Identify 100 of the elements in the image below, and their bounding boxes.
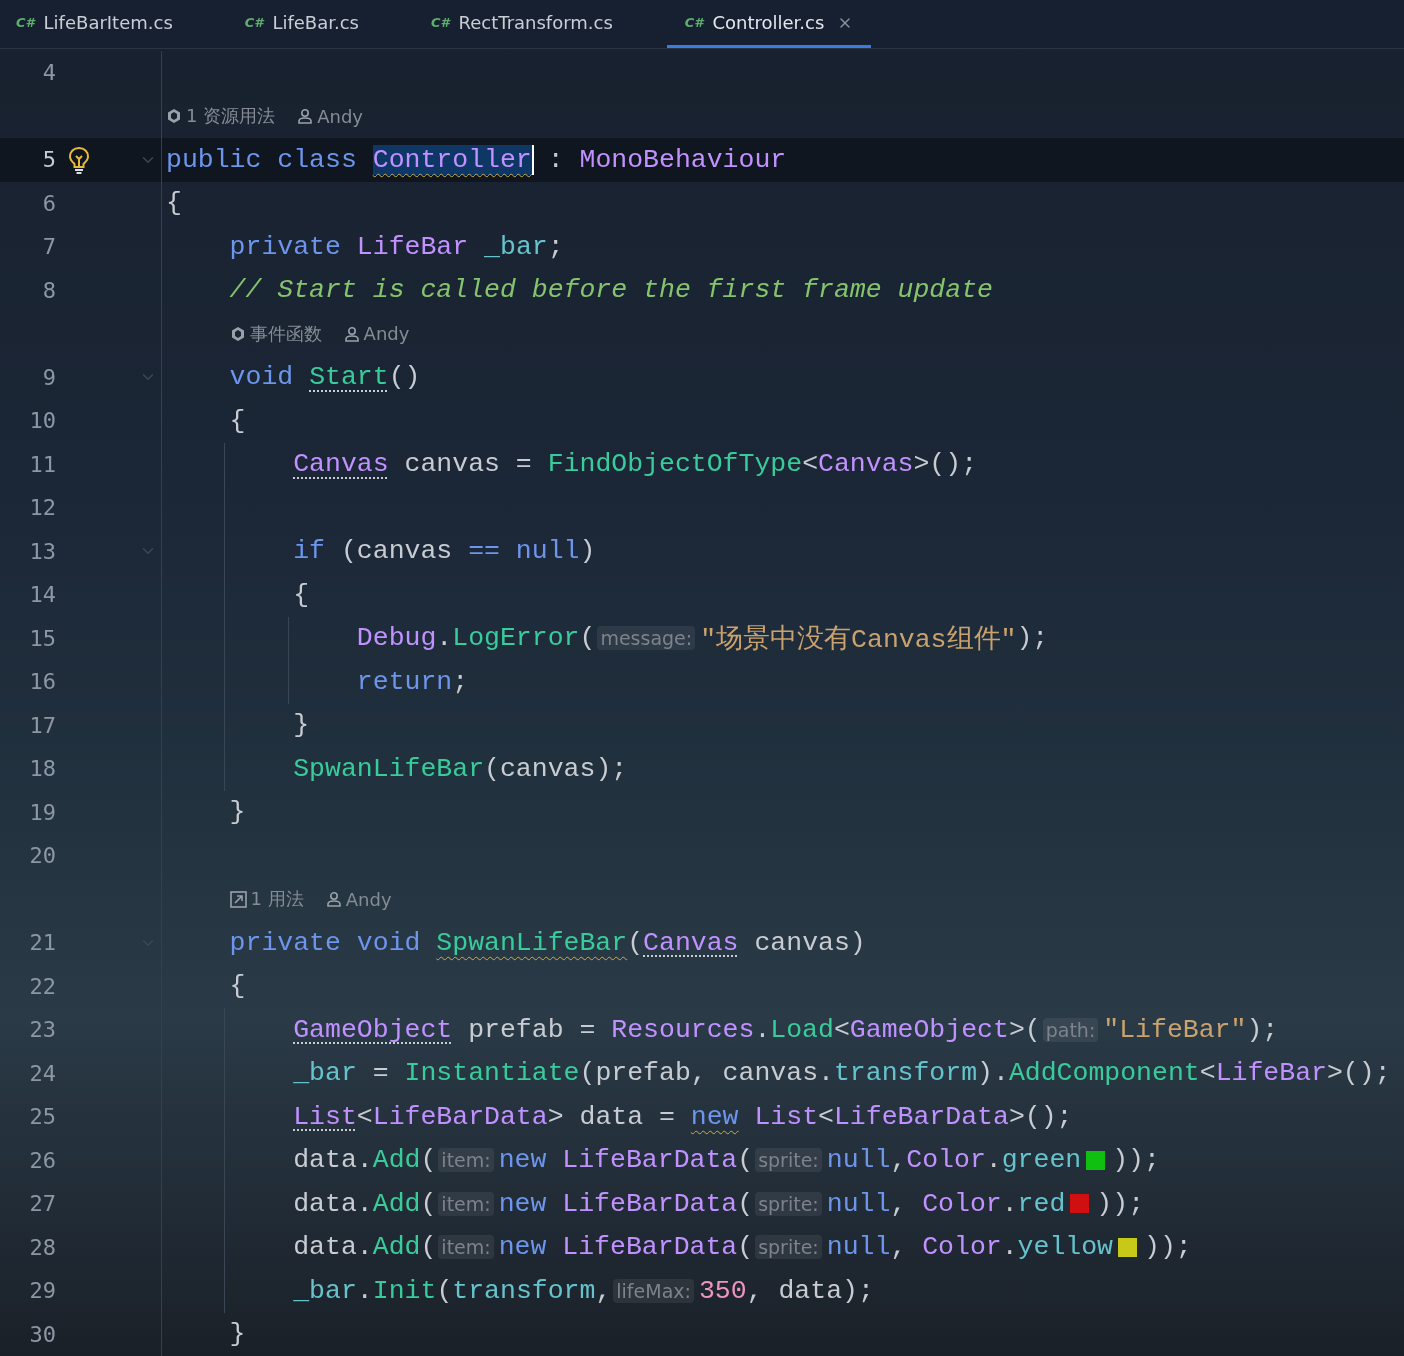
line-number: 17 (29, 712, 56, 738)
line-number: 27 (29, 1191, 56, 1217)
line-number: 13 (29, 538, 56, 564)
type-name: GameObject (849, 1014, 1009, 1045)
code-lens-text[interactable]: Andy (345, 888, 392, 910)
code-text: . (356, 1275, 373, 1306)
type-name: LifeBarData (561, 1188, 738, 1219)
arrow-box-icon (229, 890, 247, 908)
code-lens-text[interactable]: 1 资源用法 (186, 104, 276, 129)
code-lens-text[interactable]: Andy (317, 105, 363, 127)
code-text: < (833, 1014, 850, 1045)
type-name: Canvas (818, 449, 914, 480)
code-text: ( (420, 1145, 437, 1176)
file-type-label: C# (684, 15, 704, 30)
code-text: ( (737, 1188, 754, 1219)
keyword: private void (229, 927, 422, 958)
parameter-hint: sprite: (755, 1235, 822, 1260)
code-lens-text[interactable]: Andy (363, 323, 410, 345)
code-text: , (595, 1275, 612, 1306)
line-number: 22 (29, 973, 56, 999)
type-name: Color (922, 1232, 1002, 1263)
code-text: . (985, 1145, 1002, 1176)
user-icon (325, 891, 342, 908)
code-text: = (371, 1058, 390, 1089)
code-text: ; (547, 231, 564, 262)
keyword: null (826, 1232, 891, 1263)
type-name: Canvas (293, 449, 389, 480)
code-text: () (388, 362, 421, 393)
editor-tab[interactable]: C# RectTransform.cs (412, 0, 631, 48)
code-text: ( (737, 1145, 754, 1176)
code-text: { (166, 188, 182, 219)
method-name: Load (770, 1014, 834, 1045)
line-number: 7 (42, 234, 56, 260)
color-swatch[interactable] (1070, 1194, 1090, 1214)
line-number: 14 (29, 582, 56, 608)
line-number: 8 (42, 277, 56, 303)
code-comment: // Start is called before the first frame update (229, 275, 993, 306)
color-swatch[interactable] (1118, 1237, 1138, 1257)
keyword: return (356, 666, 453, 697)
field-name: _bar (293, 1058, 357, 1089)
code-text: { (229, 405, 246, 436)
type-name: Color (922, 1188, 1002, 1219)
method-name: AddComponent (1008, 1058, 1200, 1089)
line-number: 25 (29, 1104, 56, 1130)
parameter-hint: item: (438, 1235, 494, 1260)
code-text: > data = (547, 1101, 676, 1132)
field-name: transform (833, 1058, 978, 1089)
code-text: )); (1096, 1188, 1145, 1219)
editor-tab[interactable]: C# LifeBar.cs (226, 0, 377, 48)
code-text: ) (579, 536, 596, 567)
code-text: >(); (913, 449, 978, 480)
type-name: List (753, 1101, 819, 1132)
line-number: 24 (29, 1060, 56, 1086)
type-name: LifeBarData (833, 1101, 1009, 1132)
parameter-hint: sprite: (755, 1191, 822, 1216)
type-name: GameObject (293, 1014, 453, 1045)
line-number: 29 (29, 1278, 56, 1304)
code-text: data. (293, 1188, 373, 1219)
code-text: . (1001, 1232, 1018, 1263)
code-text: ( (737, 1232, 754, 1263)
code-text: , (890, 1145, 907, 1176)
code-text: data. (293, 1232, 373, 1263)
line-number: 15 (29, 625, 56, 651)
color-swatch[interactable] (1086, 1150, 1106, 1170)
line-number: 30 (29, 1321, 56, 1347)
code-lens-text[interactable]: 事件函数 (249, 321, 322, 346)
method-name: FindObjectOfType (547, 449, 803, 480)
code-text: ( (420, 1232, 437, 1263)
type-name: Color (906, 1145, 986, 1176)
code-lens-text[interactable]: 1 用法 (250, 887, 304, 912)
parameter-hint: message: (597, 626, 696, 651)
method-name: Init (372, 1275, 437, 1306)
code-text: } (229, 1319, 246, 1350)
code-text: } (229, 797, 246, 828)
editor-tab[interactable]: C# LifeBarItem.cs (0, 0, 191, 48)
user-icon (343, 325, 360, 342)
keyword: new (498, 1188, 547, 1219)
line-number: 21 (29, 930, 56, 956)
code-text: . (754, 1014, 771, 1045)
code-text: canvas) (753, 927, 866, 958)
parameter-hint: sprite: (755, 1148, 822, 1173)
line-number: 18 (29, 756, 56, 782)
keyword: null (826, 1188, 891, 1219)
lightbulb-icon[interactable] (68, 145, 90, 174)
field-name: red (1017, 1188, 1066, 1219)
file-type-label: C# (430, 15, 450, 30)
file-type-label: C# (244, 15, 264, 30)
type-name: Controller (372, 144, 532, 175)
line-number: 10 (29, 408, 56, 434)
type-name: LifeBar (1215, 1058, 1327, 1089)
code-text: ; (452, 666, 469, 697)
field-name: transform (452, 1275, 596, 1306)
code-text: >( (1008, 1014, 1041, 1045)
method-name: Add (372, 1145, 421, 1176)
code-text: ( (420, 1188, 437, 1219)
code-text: } (293, 710, 310, 741)
type-name: LifeBarData (561, 1232, 738, 1263)
number-literal: 350 (698, 1275, 747, 1306)
code-text: ); (1246, 1014, 1279, 1045)
editor-tab[interactable]: C# Controller.cs (666, 0, 872, 48)
